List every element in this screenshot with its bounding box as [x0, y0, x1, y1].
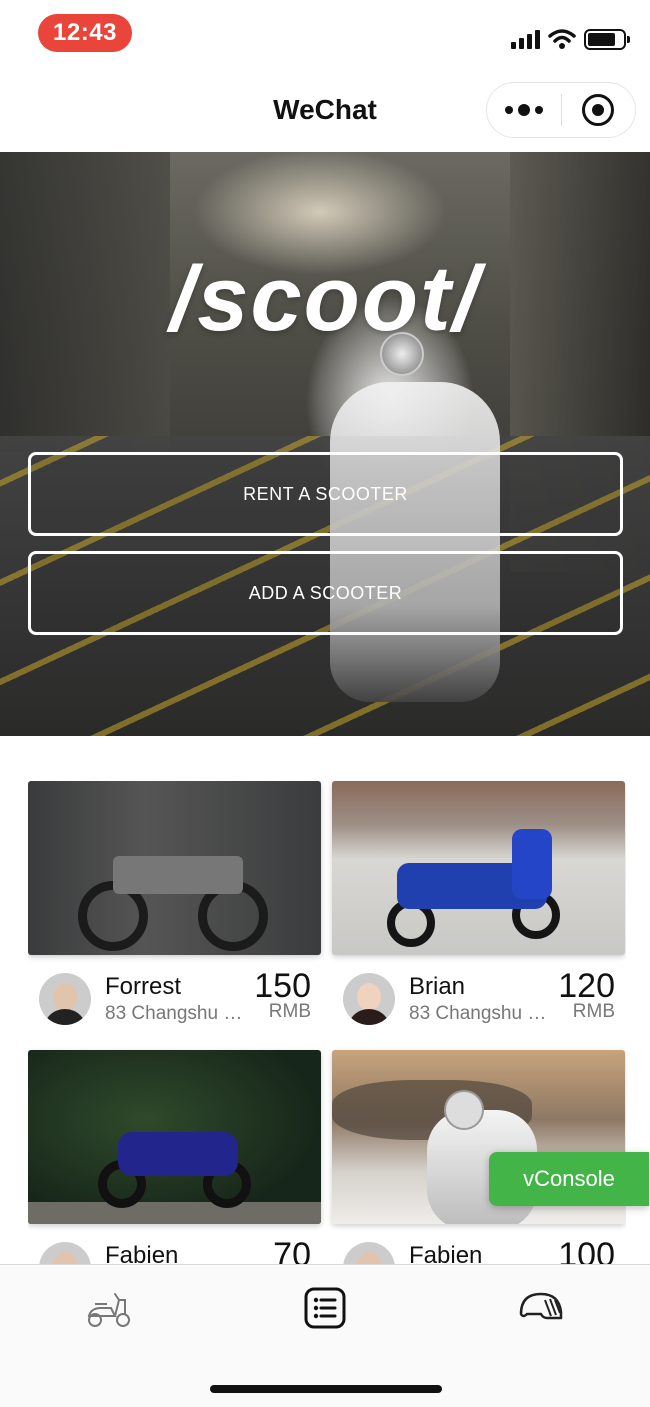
- scooter-photo: [332, 781, 625, 955]
- rent-scooter-button[interactable]: RENT A SCOOTER: [28, 452, 623, 536]
- close-button[interactable]: [562, 83, 636, 137]
- tab-bar: [0, 1264, 650, 1407]
- more-button[interactable]: [487, 83, 561, 137]
- avatar: [343, 1242, 395, 1265]
- scooter-info: Brian 83 Changshu Road 120 RMB: [332, 955, 625, 1050]
- avatar: [39, 973, 91, 1025]
- owner-address: 83 Changshu Road: [105, 1003, 245, 1024]
- scooter-photo: [28, 781, 321, 955]
- scooter-info: Fabien 100: [332, 1224, 625, 1265]
- status-icons: [511, 24, 630, 54]
- helmet-icon: [519, 1292, 563, 1320]
- wifi-icon: [548, 29, 576, 49]
- tab-profile[interactable]: [511, 1283, 571, 1333]
- scooter-photo: [28, 1050, 321, 1224]
- avatar: [39, 1242, 91, 1265]
- app-logo: /scoot/: [169, 248, 481, 350]
- scooter-card[interactable]: Forrest 83 Changshu Road 150 RMB: [28, 781, 321, 1050]
- scooter-info: Forrest 83 Changshu Road 150 RMB: [28, 955, 321, 1050]
- more-dots-icon: [504, 104, 543, 116]
- owner-address: 83 Changshu Road: [409, 1003, 549, 1024]
- scooter-icon: [87, 1293, 130, 1327]
- avatar: [343, 973, 395, 1025]
- cellular-signal-icon: [511, 29, 540, 49]
- battery-icon: [584, 28, 630, 50]
- list-icon: [304, 1287, 346, 1329]
- status-time: 12:43: [38, 14, 132, 52]
- price-unit: RMB: [268, 1001, 311, 1022]
- tab-scooter[interactable]: [79, 1283, 139, 1333]
- owner-name: Fabien: [409, 1242, 483, 1265]
- scooter-info: Fabien 70: [28, 1224, 321, 1265]
- price-unit: RMB: [572, 1001, 615, 1022]
- status-bar: 12:43: [0, 0, 650, 70]
- hero-scooter-image: [330, 382, 500, 702]
- owner-name: Brian: [409, 973, 466, 1000]
- scooter-card[interactable]: Fabien 70: [28, 1050, 321, 1265]
- owner-name: Fabien: [105, 1242, 179, 1265]
- scooter-card[interactable]: Brian 83 Changshu Road 120 RMB: [332, 781, 625, 1050]
- add-scooter-button[interactable]: ADD A SCOOTER: [28, 551, 623, 635]
- mini-program-capsule: [486, 82, 636, 138]
- nav-bar: WeChat: [0, 70, 650, 152]
- hero-banner: /scoot/ RENT A SCOOTER ADD A SCOOTER: [0, 152, 650, 736]
- close-target-icon: [582, 94, 615, 126]
- home-indicator: [210, 1385, 442, 1393]
- price: 70: [273, 1236, 311, 1265]
- tab-list[interactable]: [295, 1283, 355, 1333]
- vconsole-button[interactable]: vConsole: [489, 1152, 649, 1206]
- owner-name: Forrest: [105, 973, 182, 1000]
- price: 100: [558, 1236, 615, 1265]
